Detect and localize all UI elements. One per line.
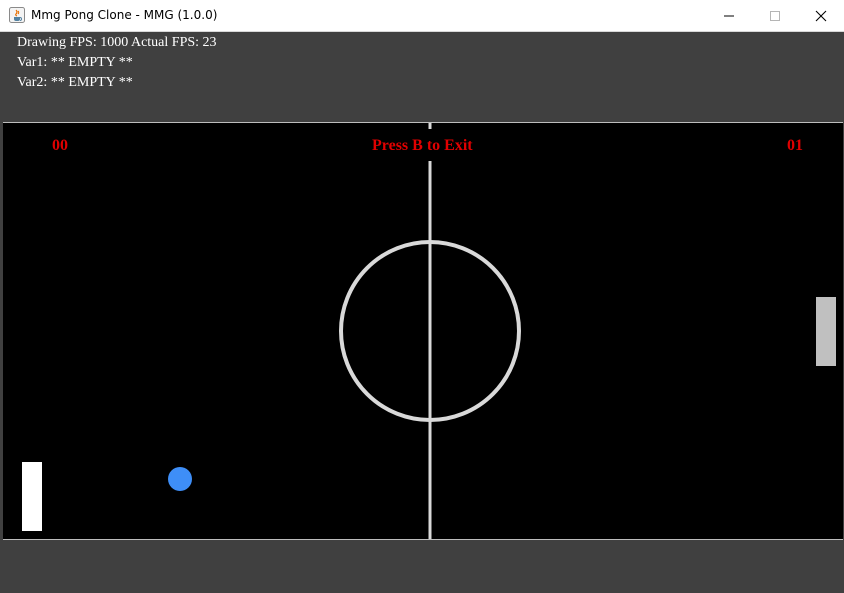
fps-readout: Drawing FPS: 1000 Actual FPS: 23 [17,35,217,50]
maximize-icon [770,10,780,21]
debug-panel: Drawing FPS: 1000 Actual FPS: 23 Var1: *… [0,32,844,122]
close-icon [815,10,827,21]
window-title: Mmg Pong Clone - MMG (1.0.0) [31,8,218,22]
maximize-button[interactable] [752,0,798,31]
score-right: 01 [787,137,803,154]
app-window: Mmg Pong Clone - MMG (1.0.0) Drawing FPS… [0,0,844,593]
exit-message: Press B to Exit [372,137,473,154]
bottom-panel [3,540,841,590]
score-left: 00 [52,137,68,154]
minimize-button[interactable] [706,0,752,31]
close-button[interactable] [798,0,844,31]
var1-readout: Var1: ** EMPTY ** [17,55,133,70]
ball [168,467,192,491]
left-paddle [22,462,42,531]
court-graphics [22,123,836,539]
var2-readout: Var2: ** EMPTY ** [17,75,133,90]
java-cup-icon [9,7,25,23]
title-bar[interactable]: Mmg Pong Clone - MMG (1.0.0) [0,0,844,32]
minimize-icon [724,15,734,16]
right-paddle [816,297,836,366]
game-canvas[interactable]: 00 Press B to Exit 01 [3,122,843,540]
